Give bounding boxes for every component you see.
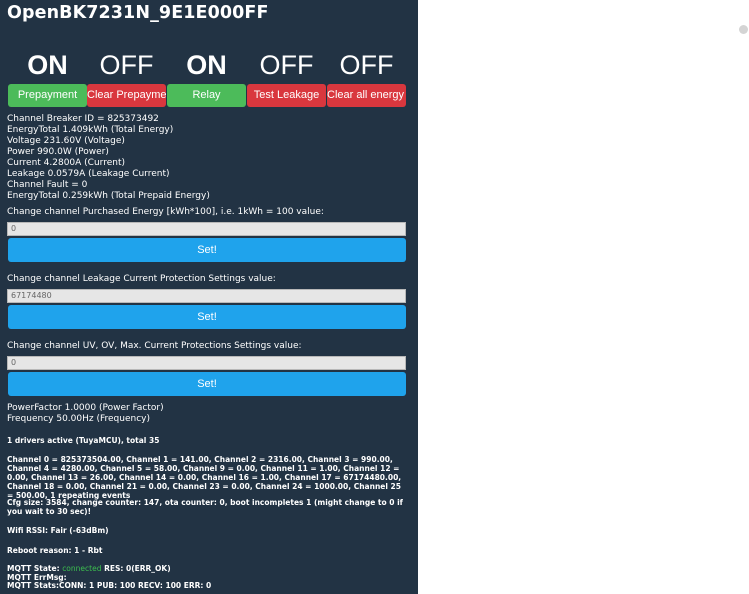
protections-settings-label: Change channel UV, OV, Max. Current Prot… <box>7 341 302 351</box>
reading-power: Power 990.0W (Power) <box>7 147 109 157</box>
purchased-energy-set-button[interactable]: Set! <box>8 238 406 262</box>
reading-breaker-id: Channel Breaker ID = 825373492 <box>7 114 159 124</box>
relay-button[interactable]: Relay <box>167 84 246 107</box>
wifi-info: Wifi RSSI: Fair (-63dBm) <box>7 526 109 535</box>
mqtt-res: RES: 0(ERR_OK) <box>101 564 171 573</box>
protections-settings-set-button[interactable]: Set! <box>8 372 406 396</box>
purchased-energy-label: Change channel Purchased Energy [kWh*100… <box>7 207 324 217</box>
leakage-protection-input[interactable]: 67174480 <box>7 289 406 303</box>
relay-state: ON <box>186 50 227 80</box>
device-panel: OpenBK7231N_9E1E000FF ON OFF ON OFF OFF … <box>0 0 418 594</box>
page-title: OpenBK7231N_9E1E000FF <box>7 3 269 23</box>
clear-energy-state: OFF <box>339 50 394 80</box>
reading-voltage: Voltage 231.60V (Voltage) <box>7 136 125 146</box>
reading-prepaid-energy: EnergyTotal 0.259kWh (Total Prepaid Ener… <box>7 191 210 201</box>
reboot-info: Reboot reason: 1 - Rbt <box>7 546 103 555</box>
mqtt-state-label: MQTT State: <box>7 564 63 573</box>
purchased-energy-input[interactable]: 0 <box>7 222 406 236</box>
clear-energy-counters-button[interactable]: Clear all energy counters <box>327 84 406 107</box>
reading-frequency: Frequency 50.00Hz (Frequency) <box>7 414 150 424</box>
drivers-info: 1 drivers active (TuyaMCU), total 35 <box>7 436 160 445</box>
reading-energy-total: EnergyTotal 1.409kWh (Total Energy) <box>7 125 174 135</box>
prepayment-button[interactable]: Prepayment <box>8 84 87 107</box>
protections-settings-input[interactable]: 0 <box>7 356 406 370</box>
leakage-protection-label: Change channel Leakage Current Protectio… <box>7 274 276 284</box>
test-leakage-button[interactable]: Test Leakage <box>247 84 326 107</box>
clear-prepayment-button[interactable]: Clear Prepayment <box>87 84 166 107</box>
reading-current: Current 4.2800A (Current) <box>7 158 125 168</box>
leakage-protection-set-button[interactable]: Set! <box>8 305 406 329</box>
clear-prepayment-state: OFF <box>99 50 154 80</box>
mqtt-state-line: MQTT State: connected RES: 0(ERR_OK) <box>7 564 409 573</box>
reading-fault: Channel Fault = 0 <box>7 180 88 190</box>
reading-power-factor: PowerFactor 1.0000 (Power Factor) <box>7 403 164 413</box>
status-dot <box>739 25 748 34</box>
channels-info: Channel 0 = 825373504.00, Channel 1 = 14… <box>7 455 402 500</box>
test-leakage-state: OFF <box>259 50 314 80</box>
cfg-info: Cfg size: 3584, change counter: 147, ota… <box>7 498 403 516</box>
mqtt-stats: MQTT Stats:CONN: 1 PUB: 100 RECV: 100 ER… <box>7 581 212 590</box>
prepayment-state: ON <box>27 50 68 80</box>
reading-leakage: Leakage 0.0579A (Leakage Current) <box>7 169 170 179</box>
mqtt-state-value: connected <box>62 564 102 573</box>
